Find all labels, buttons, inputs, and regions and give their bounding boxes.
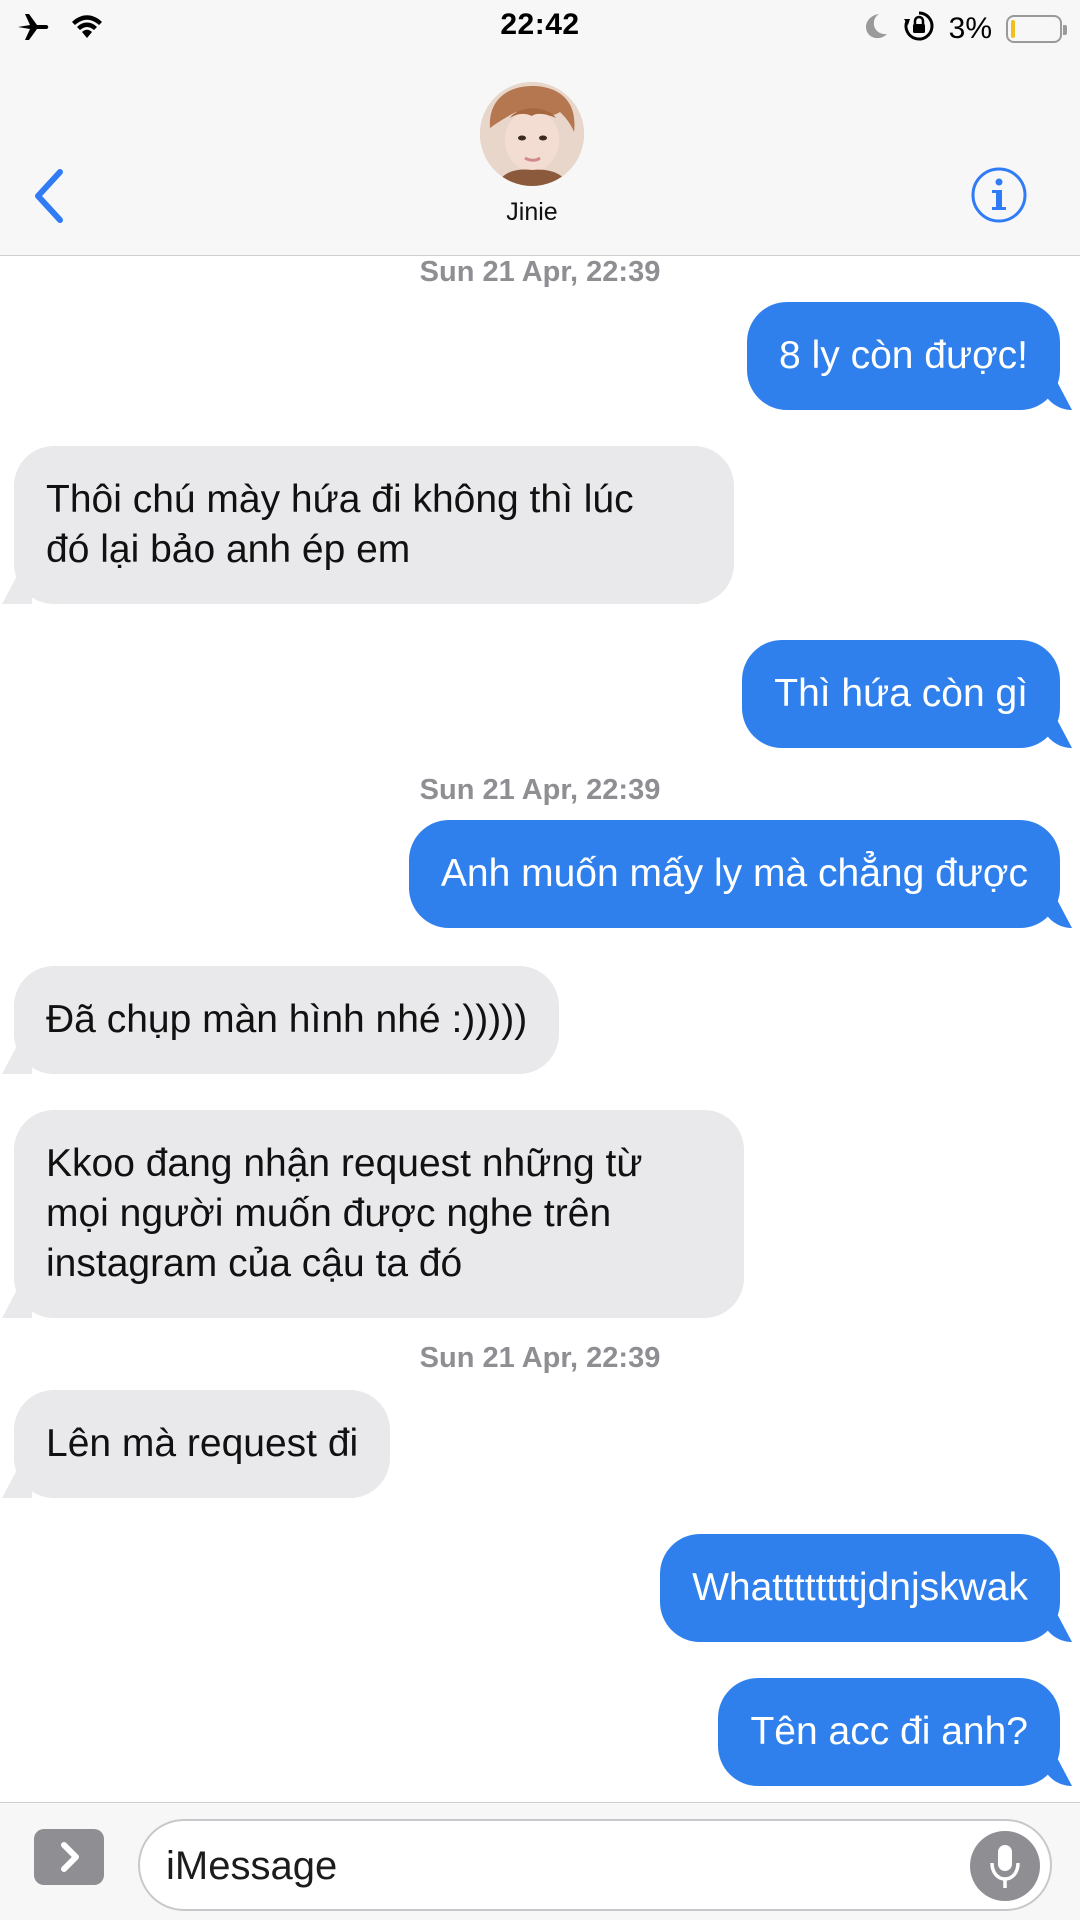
battery-percent: 3%: [948, 11, 992, 45]
info-button[interactable]: [970, 166, 1028, 224]
sent-message-bubble[interactable]: Thì hứa còn gì: [742, 640, 1060, 748]
battery-cap: [1063, 24, 1067, 35]
message-text: Thì hứa còn gì: [774, 672, 1028, 715]
message-timestamp: Sun 21 Apr, 22:39: [419, 774, 661, 806]
message-text: Tên acc đi anh?: [750, 1710, 1028, 1753]
message-text-line: Thôi chú mày hứa đi không thì lúc: [46, 478, 634, 521]
chevron-right-icon: [61, 1842, 79, 1872]
message-text-line: instagram của cậu ta đó: [46, 1242, 463, 1285]
sent-message-bubble[interactable]: 8 ly còn được!: [747, 302, 1060, 410]
microphone-icon: [990, 1845, 1020, 1888]
message-timestamp: Sun 21 Apr, 22:39: [419, 256, 661, 288]
message-timestamp: Sun 21 Apr, 22:39: [419, 1342, 661, 1374]
message-text: Anh muốn mấy ly mà chẳng được: [440, 852, 1028, 895]
received-message-bubble[interactable]: Thôi chú mày hứa đi không thì lúc đó lại…: [14, 446, 734, 604]
received-message-bubble[interactable]: Đã chụp màn hình nhé :))))): [14, 966, 560, 1074]
avatar-image: [480, 82, 584, 186]
rotation-lock-icon: [903, 10, 935, 47]
avatar[interactable]: [480, 82, 584, 186]
message-text-line: Kkoo đang nhận request những từ: [46, 1142, 643, 1185]
message-text: Lên mà request đi: [46, 1422, 359, 1465]
status-bar: 22:42 3%: [0, 0, 1080, 54]
message-text-line: mọi người muốn được nghe trên: [46, 1192, 612, 1235]
battery-icon: [1006, 14, 1067, 43]
sent-message-bubble[interactable]: Tên acc đi anh?: [718, 1678, 1060, 1786]
dictation-button[interactable]: [970, 1831, 1040, 1901]
info-icon: [971, 167, 1027, 223]
battery-level-fill: [1011, 19, 1015, 38]
apps-button[interactable]: [34, 1829, 104, 1885]
message-field[interactable]: [138, 1819, 1052, 1911]
messages-screen: 22:42 3% Jinie Sun 21 Apr, 22:39 8 ly cò…: [0, 0, 1080, 1920]
compose-bar: [0, 1802, 1080, 1920]
sent-message-bubble[interactable]: Whattttttttjdnjskwak: [660, 1534, 1060, 1642]
received-message-bubble[interactable]: Kkoo đang nhận request những từ mọi ngườ…: [14, 1110, 744, 1318]
message-input[interactable]: [166, 1839, 946, 1893]
message-list[interactable]: Sun 21 Apr, 22:39 8 ly còn được! Thôi ch…: [0, 256, 1080, 1802]
received-message-bubble[interactable]: Lên mà request đi: [14, 1390, 391, 1498]
message-text: Whattttttttjdnjskwak: [692, 1566, 1028, 1609]
conversation-header: Jinie: [0, 54, 1080, 256]
contact-name[interactable]: Jinie: [0, 198, 1064, 227]
status-right: 3%: [863, 10, 1067, 47]
message-text-line: đó lại bảo anh ép em: [46, 528, 411, 571]
message-text: Đã chụp màn hình nhé :))))): [46, 998, 528, 1041]
sent-message-bubble[interactable]: Anh muốn mấy ly mà chẳng được: [408, 820, 1060, 928]
moon-icon: [863, 12, 889, 45]
message-text: 8 ly còn được!: [779, 334, 1028, 377]
